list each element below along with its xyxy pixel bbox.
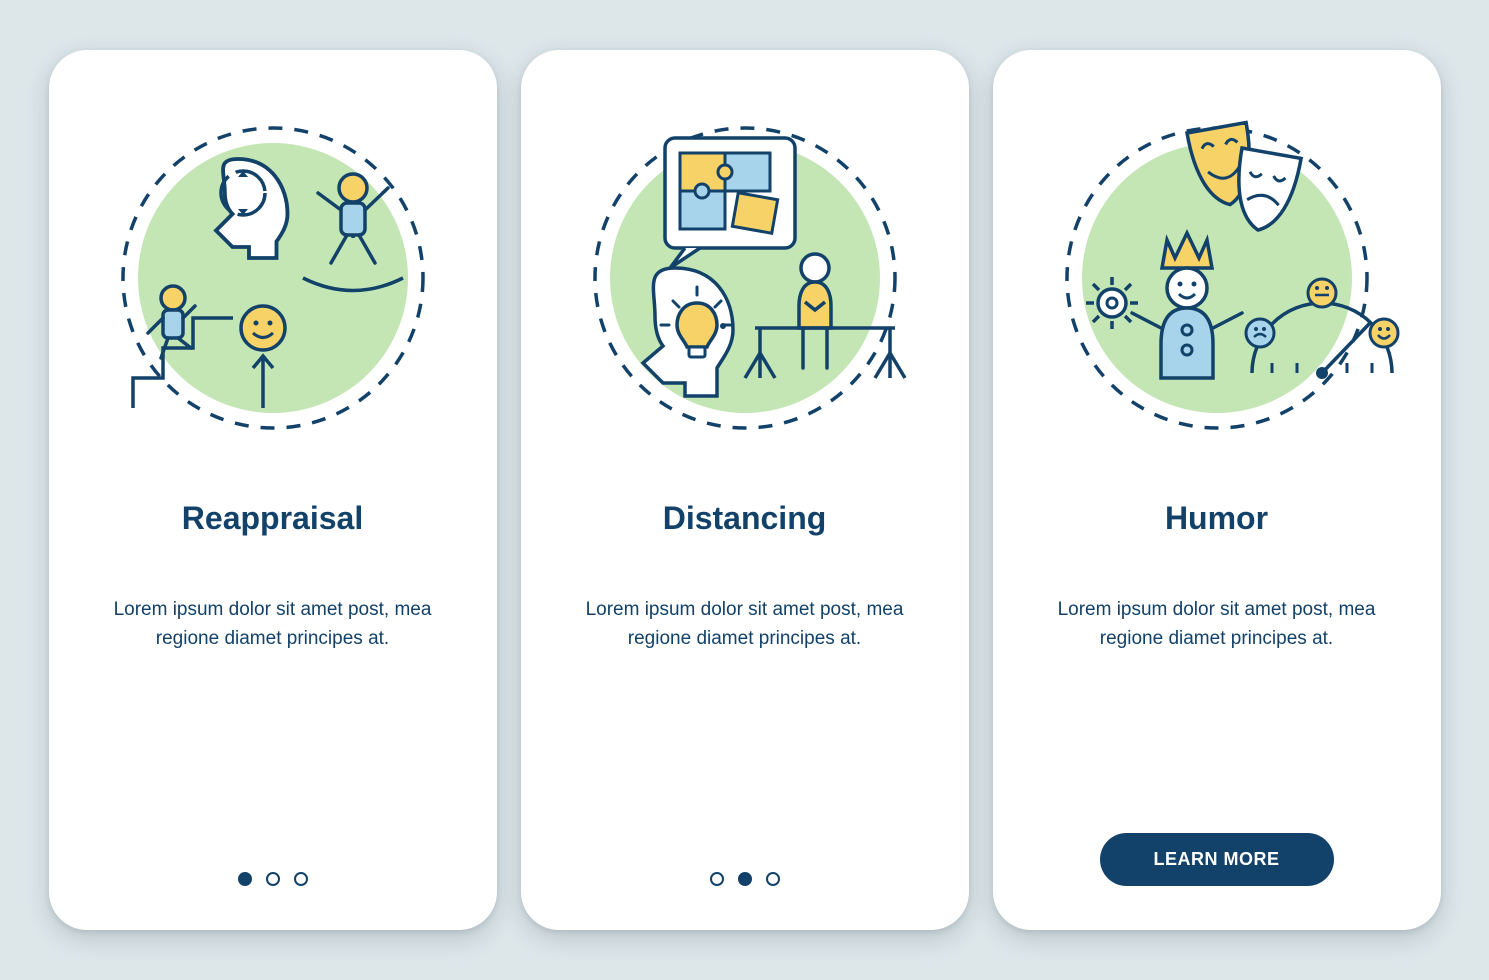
- dot-2[interactable]: [266, 872, 280, 886]
- pagination-dots: [238, 872, 308, 886]
- screen-body: Lorem ipsum dolor sit amet post, mea reg…: [93, 595, 453, 654]
- reappraisal-illustration: [83, 98, 463, 458]
- onboarding-row: Reappraisal Lorem ipsum dolor sit amet p…: [49, 50, 1441, 930]
- screen-footer: [521, 872, 969, 886]
- screen-title: Distancing: [663, 500, 827, 537]
- screen-footer: [49, 872, 497, 886]
- dot-3[interactable]: [766, 872, 780, 886]
- screen-body: Lorem ipsum dolor sit amet post, mea reg…: [565, 595, 925, 654]
- screen-title: Humor: [1165, 500, 1268, 537]
- learn-more-button[interactable]: LEARN MORE: [1100, 833, 1334, 886]
- screen-distancing: Distancing Lorem ipsum dolor sit amet po…: [521, 50, 969, 930]
- dot-3[interactable]: [294, 872, 308, 886]
- screen-body: Lorem ipsum dolor sit amet post, mea reg…: [1037, 595, 1397, 654]
- screen-title: Reappraisal: [182, 500, 363, 537]
- distancing-illustration: [555, 98, 935, 458]
- screen-reappraisal: Reappraisal Lorem ipsum dolor sit amet p…: [49, 50, 497, 930]
- dot-2[interactable]: [738, 872, 752, 886]
- screen-footer: LEARN MORE: [993, 833, 1441, 886]
- dot-1[interactable]: [710, 872, 724, 886]
- pagination-dots: [710, 872, 780, 886]
- dot-1[interactable]: [238, 872, 252, 886]
- humor-illustration: [1027, 98, 1407, 458]
- screen-humor: Humor Lorem ipsum dolor sit amet post, m…: [993, 50, 1441, 930]
